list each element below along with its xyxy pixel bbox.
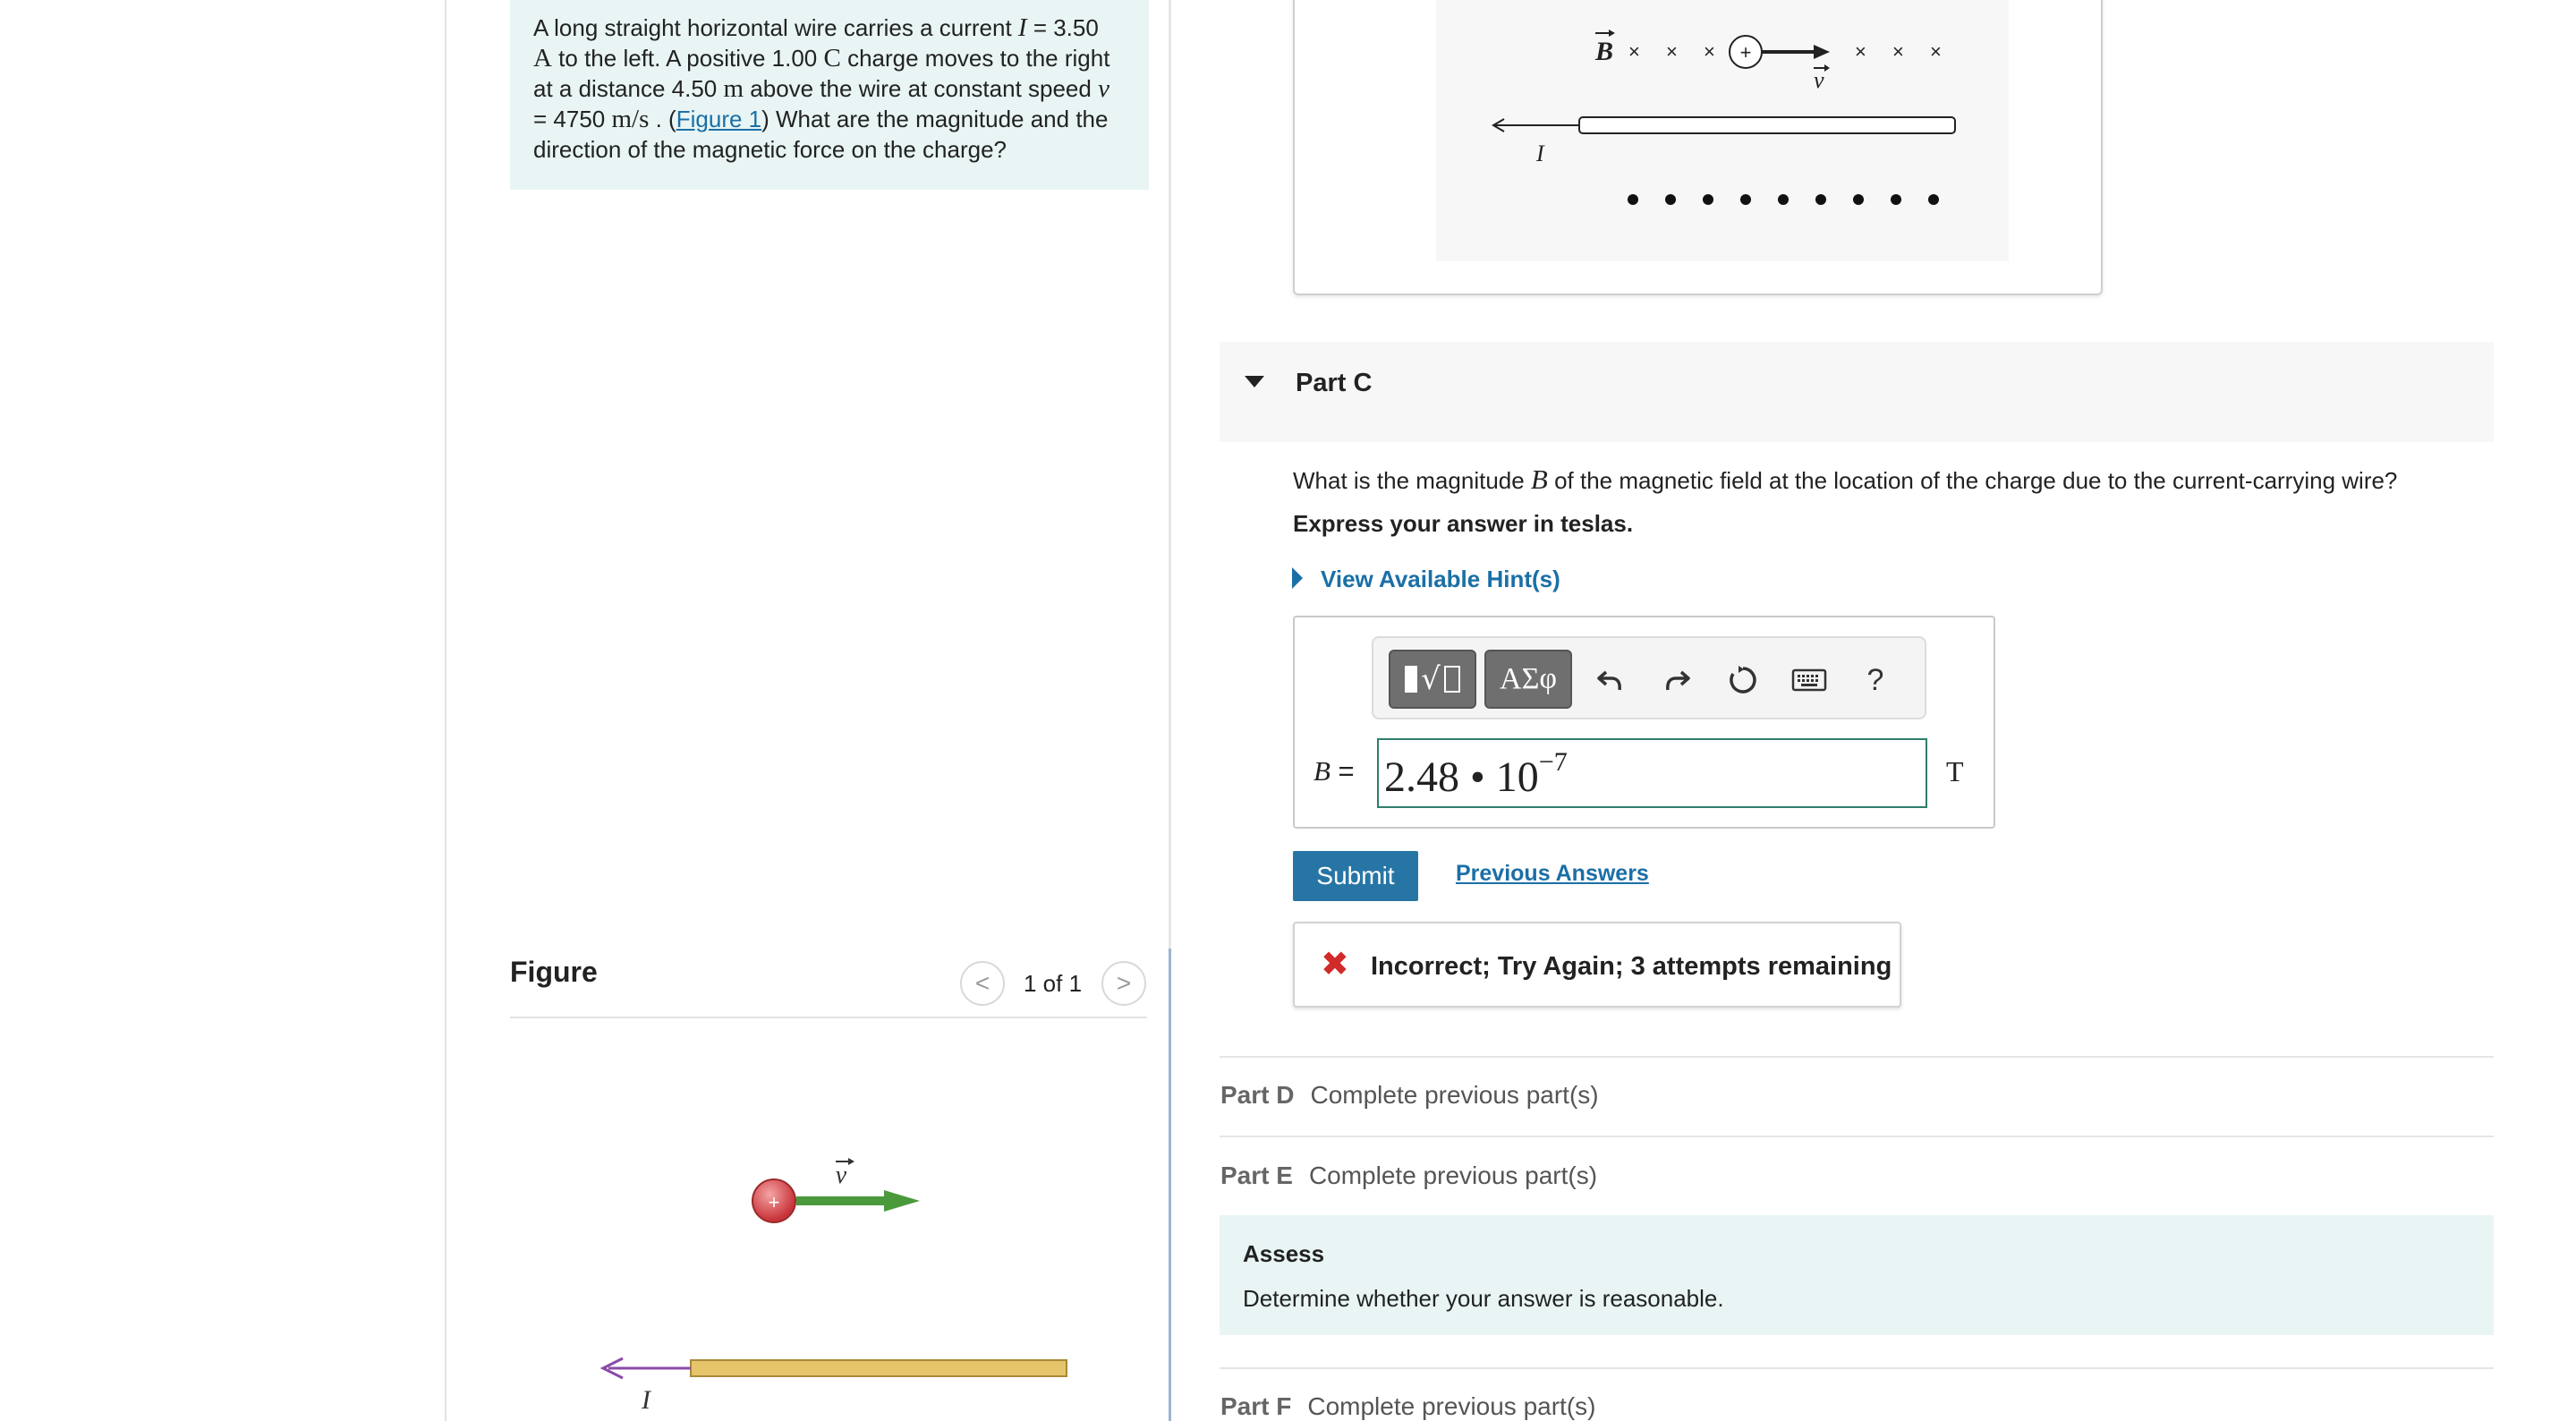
divider <box>1220 1056 2494 1058</box>
problem-statement: A long straight horizontal wire carries … <box>510 0 1149 190</box>
svg-text:+: + <box>1740 41 1752 64</box>
part-c-header[interactable] <box>1220 342 2494 442</box>
figure-next-button[interactable]: > <box>1101 961 1146 1006</box>
velocity-arrow <box>796 1190 920 1212</box>
left-border <box>445 0 446 1421</box>
positive-charge: + <box>752 1178 796 1223</box>
caret-down-icon[interactable] <box>1245 376 1264 387</box>
svg-text:v: v <box>836 1161 847 1189</box>
divider <box>1220 1367 2494 1369</box>
chevron-left-icon: < <box>974 969 990 997</box>
svg-text:B: B <box>1594 37 1613 66</box>
problem-line-3: at a distance 4.50 m above the wire at c… <box>533 74 1109 103</box>
svg-text:×: × <box>1892 40 1904 63</box>
charge-mini: + <box>1729 35 1830 69</box>
redo-icon[interactable] <box>1652 653 1702 707</box>
submit-button[interactable]: Submit <box>1293 851 1418 901</box>
divider <box>1220 1136 2494 1137</box>
reset-icon[interactable] <box>1718 653 1768 707</box>
assess-text: Determine whether your answer is reasona… <box>1243 1285 1724 1312</box>
svg-text:×: × <box>1930 40 1942 63</box>
svg-text:×: × <box>1666 40 1678 63</box>
part-e-row[interactable]: Part E Complete previous part(s) <box>1220 1161 1597 1190</box>
problem-line-1: A long straight horizontal wire carries … <box>533 13 1099 42</box>
greek-symbols-icon[interactable]: ΑΣφ <box>1484 650 1572 709</box>
figure-prev-button[interactable]: < <box>960 961 1005 1006</box>
caret-right-icon[interactable] <box>1292 567 1303 589</box>
assess-title: Assess <box>1243 1240 1325 1267</box>
figure-title: Figure <box>510 956 598 988</box>
part-c-question: What is the magnitude B of the magnetic … <box>1293 464 2398 495</box>
problem-line-4: = 4750 m/s . (Figure 1) What are the mag… <box>533 105 1109 133</box>
wire <box>690 1359 1067 1377</box>
part-f-row[interactable]: Part F Complete previous part(s) <box>1220 1392 1595 1421</box>
velocity-mini-label: v <box>1814 64 1830 93</box>
undo-icon[interactable] <box>1586 653 1636 707</box>
figure-1-link[interactable]: Figure 1 <box>676 106 761 132</box>
velocity-label: v <box>836 1158 854 1189</box>
part-d-row[interactable]: Part D Complete previous part(s) <box>1220 1081 1599 1110</box>
svg-text:+: + <box>769 1191 780 1213</box>
unit-label: T <box>1946 755 1964 787</box>
svg-text:×: × <box>1855 40 1866 63</box>
field-dot-marks <box>1628 194 1939 205</box>
keyboard-icon[interactable] <box>1784 653 1834 707</box>
answer-instructions: Express your answer in teslas. <box>1293 510 1634 537</box>
svg-text:×: × <box>1628 40 1640 63</box>
current-arrow <box>599 1357 691 1380</box>
feedback-message: Incorrect; Try Again; 3 attempts remaini… <box>1371 952 1892 981</box>
scrollbar-track[interactable] <box>1169 949 1171 1421</box>
field-b-label: B <box>1594 30 1615 66</box>
current-label: I <box>641 1385 652 1415</box>
wire-mini <box>1492 116 1956 134</box>
error-x-icon: ✖ <box>1321 946 1349 983</box>
help-icon[interactable]: ? <box>1850 653 1900 707</box>
previous-answers-link[interactable]: Previous Answers <box>1456 861 1649 887</box>
field-figure: B × × × × × × + v I <box>1492 30 1956 205</box>
assess-box <box>1220 1215 2494 1335</box>
part-c-label: Part C <box>1296 369 1373 397</box>
answer-input[interactable]: 2.48 • 10−7 <box>1377 738 1927 808</box>
problem-line-2: A to the left. A positive 1.00 C charge … <box>533 44 1110 72</box>
problem-line-5: direction of the magnetic force on the c… <box>533 136 1007 163</box>
answer-variable-label: B = <box>1314 755 1355 787</box>
figure-diagram: + v I <box>599 1158 1067 1415</box>
current-mini-label: I <box>1535 140 1545 166</box>
figure-counter: 1 of 1 <box>1024 970 1083 997</box>
svg-text:×: × <box>1704 40 1715 63</box>
view-hints-link[interactable]: View Available Hint(s) <box>1321 566 1560 593</box>
templates-icon[interactable]: √ <box>1389 650 1476 709</box>
figure-divider <box>510 1017 1147 1018</box>
chevron-right-icon: > <box>1116 969 1132 997</box>
svg-text:v: v <box>1814 67 1824 93</box>
